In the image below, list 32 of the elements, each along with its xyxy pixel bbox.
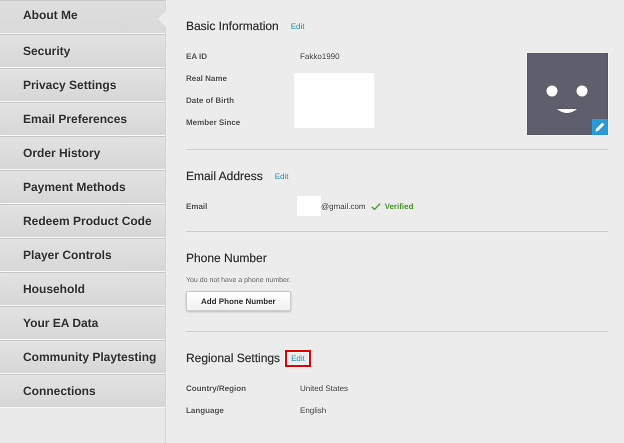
- sidebar-item[interactable]: Connections: [0, 374, 165, 408]
- sidebar-item[interactable]: Player Controls: [0, 238, 165, 272]
- field-value: Fakko1990: [300, 52, 340, 60]
- sidebar-item[interactable]: Redeem Product Code: [0, 204, 165, 238]
- smiley-face-icon: [546, 85, 588, 113]
- section-heading: Email Address: [186, 169, 263, 183]
- section-heading: Phone Number: [186, 251, 267, 265]
- sidebar-item[interactable]: About Me: [0, 0, 165, 34]
- field-value: English: [300, 406, 326, 414]
- field-value: United States: [300, 384, 348, 392]
- field-label: Date of Birth: [186, 96, 235, 104]
- add-phone-button[interactable]: Add Phone Number: [186, 291, 291, 311]
- verified-status: Verified: [384, 202, 414, 210]
- field-value: @gmail.com: [321, 202, 366, 210]
- sidebar-item[interactable]: Order History: [0, 136, 165, 170]
- field-label: Country/Region: [186, 384, 247, 392]
- field-label: Member Since: [186, 118, 242, 126]
- sidebar-item[interactable]: Privacy Settings: [0, 68, 165, 102]
- section-heading: Regional Settings: [186, 351, 280, 365]
- sidebar-item[interactable]: Household: [0, 272, 165, 306]
- check-icon: [370, 202, 381, 210]
- sidebar-item[interactable]: Your EA Data: [0, 306, 165, 340]
- field-label: EA ID: [186, 52, 208, 60]
- edit-avatar-button[interactable]: [592, 119, 608, 135]
- sidebar-item[interactable]: Payment Methods: [0, 170, 165, 204]
- section-heading: Basic Information: [186, 19, 279, 33]
- sidebar-item[interactable]: Security: [0, 34, 165, 68]
- sidebar-item[interactable]: Community Playtesting: [0, 340, 165, 374]
- field-label: Real Name: [186, 74, 228, 82]
- field-label: Email: [186, 202, 208, 210]
- sidebar-item[interactable]: Email Preferences: [0, 102, 165, 136]
- field-label: Language: [186, 406, 225, 414]
